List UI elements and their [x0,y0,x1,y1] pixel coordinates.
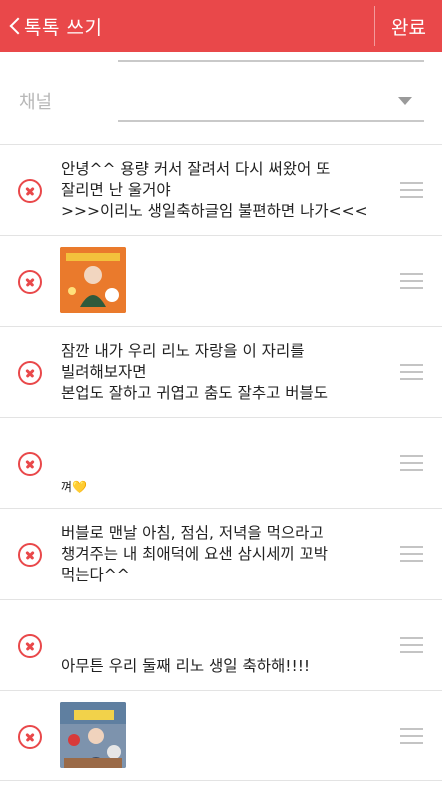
chevron-left-icon [4,0,24,52]
page-title: 톡톡 쓰기 [24,16,103,39]
previous-field-underline [118,60,424,62]
list-item: 껴💛 [0,418,442,509]
dropdown-arrow-icon [398,97,412,105]
list-item: 버블로 맨날 아침, 점심, 저녁을 먹으라고 챙겨주는 내 최애덕에 요샌 삼… [0,509,442,600]
list-item: 잠깐 내가 우리 리노 자랑을 이 자리를 빌려해보자면 본업도 잘하고 귀엽고… [0,327,442,418]
remove-icon[interactable] [18,543,42,567]
image-thumbnail[interactable] [60,702,126,768]
text-block[interactable]: 안녕^^ 용량 커서 잘려서 다시 써왔어 또 잘리면 난 울거야 >>>이리노… [61,159,391,222]
list-item [0,691,442,781]
top-bar: 톡톡 쓰기 완료 [0,0,442,52]
remove-icon[interactable] [18,452,42,476]
text-block[interactable]: 버블로 맨날 아침, 점심, 저녁을 먹으라고 챙겨주는 내 최애덕에 요샌 삼… [61,523,391,586]
drag-handle-icon[interactable] [400,455,423,472]
channel-select[interactable] [118,80,424,122]
done-button[interactable]: 완료 [375,0,442,52]
yellow-heart-icon: 💛 [72,480,87,494]
image-thumbnail[interactable] [60,247,126,313]
channel-label: 채널 [19,92,53,113]
text-block[interactable]: 껴💛 [61,456,391,498]
remove-icon[interactable] [18,725,42,749]
drag-handle-icon[interactable] [400,728,423,745]
drag-handle-icon[interactable] [400,273,423,290]
post-block-list: 안녕^^ 용량 커서 잘려서 다시 써왔어 또 잘리면 난 울거야 >>>이리노… [0,144,442,781]
text-block[interactable]: 잠깐 내가 우리 리노 자랑을 이 자리를 빌려해보자면 본업도 잘하고 귀엽고… [61,341,391,404]
remove-icon[interactable] [18,179,42,203]
drag-handle-icon[interactable] [400,364,423,381]
list-item: 아무튼 우리 둘째 리노 생일 축하해!!!! [0,600,442,691]
remove-icon[interactable] [18,361,42,385]
remove-icon[interactable] [18,270,42,294]
text-block[interactable]: 아무튼 우리 둘째 리노 생일 축하해!!!! [61,656,391,677]
back-button[interactable]: 톡톡 쓰기 [0,0,120,52]
drag-handle-icon[interactable] [400,182,423,199]
text-fragment: 껴 [61,480,73,494]
list-item: 안녕^^ 용량 커서 잘려서 다시 써왔어 또 잘리면 난 울거야 >>>이리노… [0,145,442,236]
drag-handle-icon[interactable] [400,637,423,654]
list-item [0,236,442,327]
drag-handle-icon[interactable] [400,546,423,563]
remove-icon[interactable] [18,634,42,658]
